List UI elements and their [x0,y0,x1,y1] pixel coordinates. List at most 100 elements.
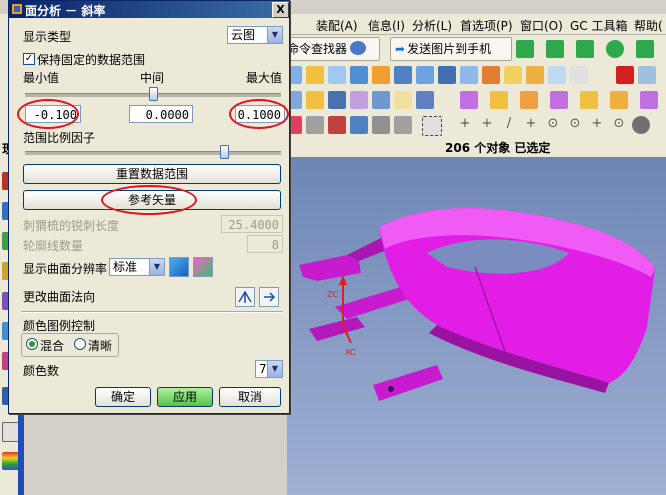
range-scale-label: 范围比例因子 [23,131,96,145]
menu-item-gc-toolbox[interactable]: GC 工具箱 [570,17,628,34]
normal-arrows-icon [238,290,252,303]
select-icon-4[interactable] [350,116,368,134]
surface-colors-icon[interactable] [193,257,213,277]
select-icon-2[interactable] [306,116,324,134]
flip-normal-icon[interactable] [235,287,255,307]
menu-item-help[interactable]: 帮助( [634,17,663,34]
snap-icon-6[interactable]: ⊙ [566,116,584,134]
blend-label: 混合 [40,339,65,353]
snap-icon-9[interactable] [632,116,650,134]
send-icon: ➦ [395,42,406,56]
section-divider [21,311,283,313]
selection-status-text: 206 个对象 已选定 [445,141,551,155]
color-count-label: 颜色数 [23,364,60,378]
face-analysis-dialog: 面分析 － 斜率 X 显示类型 云图 ▼ ✓ 保持固定的数据范围 最小值 中间 … [8,0,290,414]
surface-icon-2[interactable] [306,91,324,109]
comb-length-text: 25.4000 [228,218,279,232]
chevron-down-icon: ▼ [149,259,164,275]
menu-item-analysis[interactable]: 分析(L) [412,17,452,34]
feature-icon-13[interactable] [548,66,566,84]
command-finder-icon[interactable] [350,41,366,55]
range-slider-thumb[interactable] [149,87,158,101]
feature-icon-10[interactable] [482,66,500,84]
cancel-button[interactable]: 取消 [219,387,281,407]
feature-icon-16[interactable] [638,66,656,84]
fixed-range-checkbox[interactable]: ✓ [23,53,35,65]
close-button[interactable]: X [272,2,289,18]
select-icon-5[interactable] [372,116,390,134]
resolution-select[interactable]: 标准 ▼ [109,258,165,276]
feature-icon-14[interactable] [570,66,588,84]
contour-count-field: 8 [247,235,283,253]
surface-icon-13[interactable] [610,91,628,109]
select-icon-6[interactable] [394,116,412,134]
menu-item-window[interactable]: 窗口(O) [520,17,563,34]
mid-value-field[interactable]: 0.0000 [129,105,193,123]
surface-icon-8[interactable] [460,91,478,109]
feature-icon-4[interactable] [350,66,368,84]
surface-icon-10[interactable] [520,91,538,109]
snap-icon-3[interactable]: / [500,116,518,134]
ok-button[interactable]: 确定 [95,387,151,407]
scale-slider-track [25,151,281,155]
save-icon[interactable] [546,40,564,58]
cancel-label: 取消 [237,390,262,404]
feature-icon-2[interactable] [306,66,324,84]
reset-range-label: 重置数据范围 [115,167,188,181]
reset-range-button[interactable]: 重置数据范围 [23,164,281,184]
surface-icon-4[interactable] [350,91,368,109]
snap-icon-8[interactable]: ⊙ [610,116,628,134]
move-icon[interactable] [516,40,534,58]
menu-item-preferences[interactable]: 首选项(P) [460,17,513,34]
sharp-radio[interactable] [74,338,86,350]
feature-icon-7[interactable] [416,66,434,84]
surface-icon-3[interactable] [328,91,346,109]
contour-count-label: 轮廓线数量 [23,239,84,253]
feature-icon-6[interactable] [394,66,412,84]
blend-radio[interactable] [26,338,38,350]
feature-icon-11[interactable] [504,66,522,84]
feature-icon-8[interactable] [438,66,456,84]
snap-icon-7[interactable]: + [588,116,606,134]
display-type-select[interactable]: 云图 ▼ [227,26,283,44]
screen-icon[interactable] [636,40,654,58]
command-finder-label: 命令查找器 [287,42,348,56]
feature-icon-9[interactable] [460,66,478,84]
cad-model-svg: ZC XC [299,208,655,401]
surface-icon-6[interactable] [394,91,412,109]
surface-icon-11[interactable] [550,91,568,109]
feature-icon-12[interactable] [526,66,544,84]
feature-icon-5[interactable] [372,66,390,84]
surface-icon-14[interactable] [640,91,658,109]
feature-icon-15[interactable] [616,66,634,84]
graphics-viewport[interactable]: ZC XC [287,157,666,495]
min-label: 最小值 [23,71,60,85]
feature-icon-3[interactable] [328,66,346,84]
dialog-title-bar[interactable]: 面分析 － 斜率 X [9,1,289,18]
model-tab-left [299,255,361,281]
reverse-normal-icon[interactable] [259,287,279,307]
annotation-circle-vector [101,185,197,215]
scale-slider-thumb[interactable] [220,145,229,159]
snap-icon-5[interactable]: ⊙ [544,116,562,134]
change-normal-label: 更改曲面法向 [23,290,96,304]
snap-icon-4[interactable]: + [522,116,540,134]
box-select-icon[interactable] [422,116,442,136]
surface-icon-9[interactable] [490,91,508,109]
select-icon-3[interactable] [328,116,346,134]
shaded-cube-icon[interactable] [169,257,189,277]
resolution-label: 显示曲面分辨率 [23,262,108,276]
surface-icon-12[interactable] [580,91,598,109]
export-icon[interactable] [576,40,594,58]
menu-item-info[interactable]: 信息(I) [368,17,405,34]
snap-icon-1[interactable]: + [456,116,474,134]
color-count-select[interactable]: 7 ▼ [255,360,283,378]
surface-icon-5[interactable] [372,91,390,109]
surface-icon-7[interactable] [416,91,434,109]
settings-gear-icon[interactable] [606,40,624,58]
send-to-phone-button[interactable]: ➦ 发送图片到手机 [390,37,512,61]
close-icon: X [276,3,285,16]
menu-item-assembly[interactable]: 装配(A) [316,17,358,34]
apply-button[interactable]: 应用 [157,387,213,407]
snap-icon-2[interactable]: + [478,116,496,134]
